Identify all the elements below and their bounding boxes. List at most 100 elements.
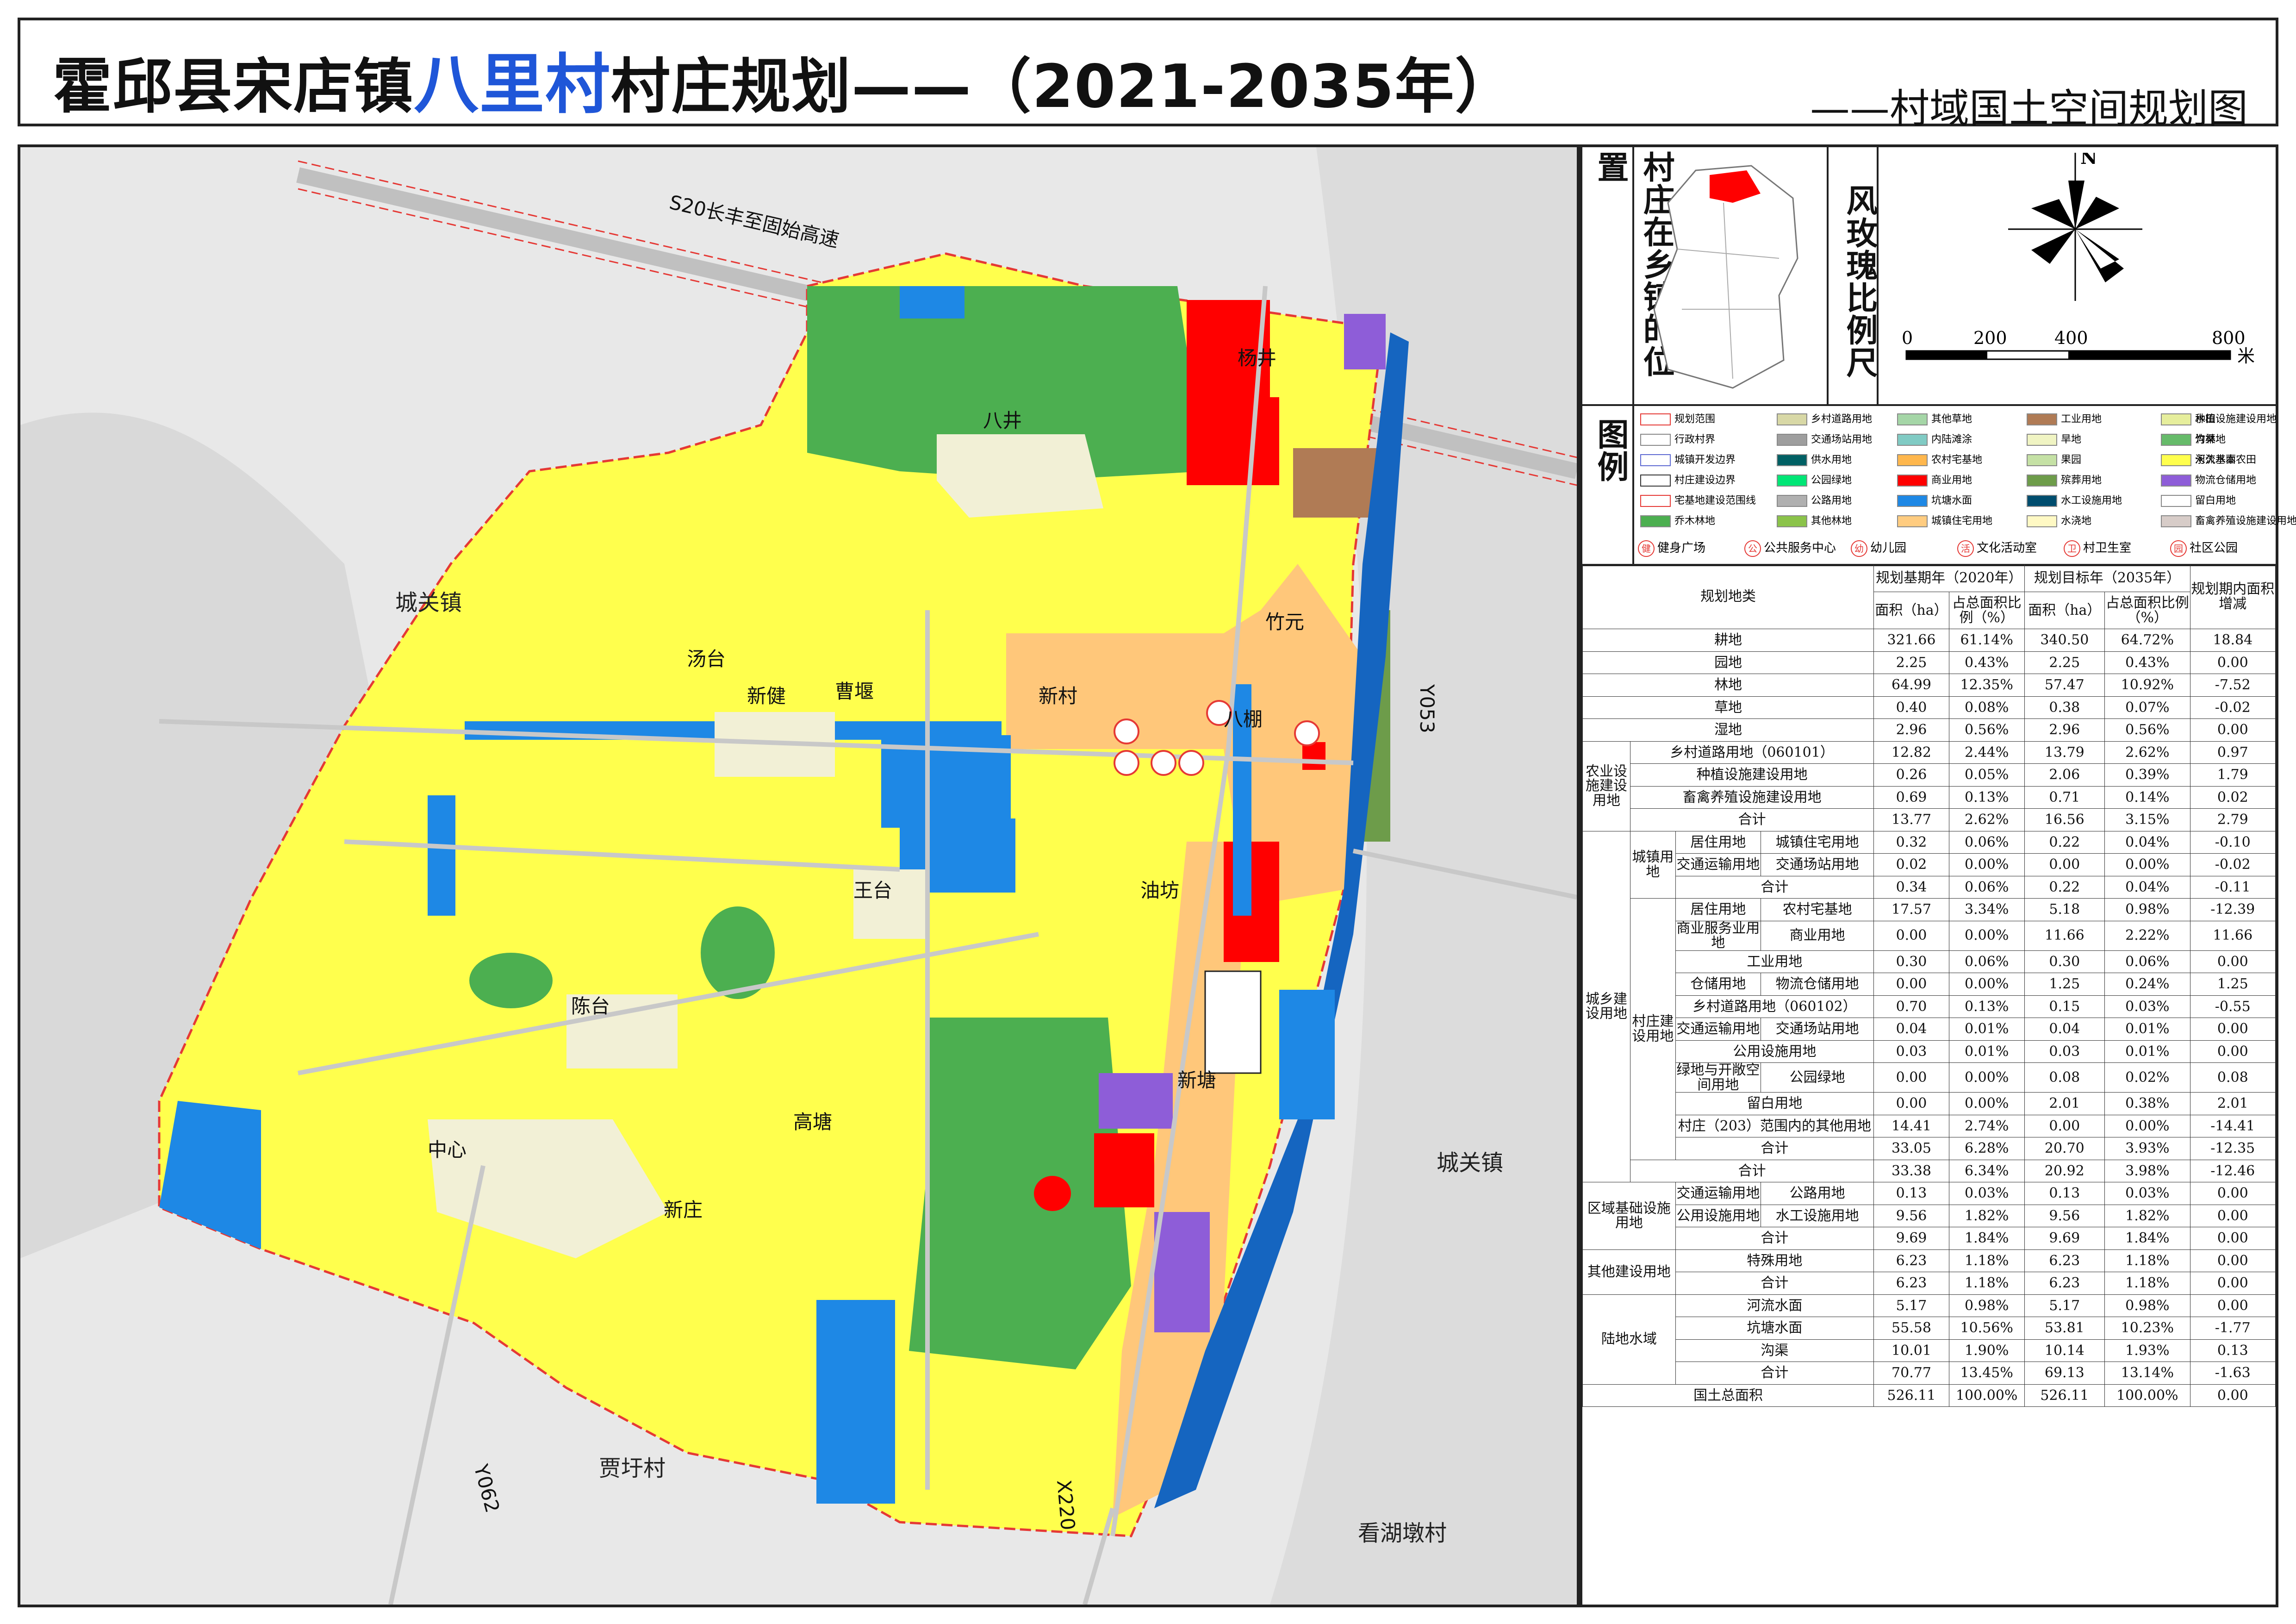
legend-swatch xyxy=(1897,475,1928,487)
table-cell: 9.56 xyxy=(2024,1204,2105,1227)
table-cell: 3.34% xyxy=(1948,898,2025,921)
legend-swatch xyxy=(1897,434,1928,446)
table-cell: 2.96 xyxy=(2024,718,2105,742)
th-target-area: 面积（ha） xyxy=(2024,592,2105,629)
table-cell: 0.00% xyxy=(2104,1114,2190,1137)
table-cell: 合计 xyxy=(1630,808,1874,831)
group-urban_rural: 城乡建设用地 xyxy=(1582,831,1631,1182)
legend-item: 乔木林地 xyxy=(1640,512,1715,527)
divider-4 xyxy=(1632,404,1634,564)
commercial-5 xyxy=(1302,742,1325,770)
table-cell: 0.03% xyxy=(2104,995,2190,1018)
table-cell: 1.18% xyxy=(1948,1272,2025,1295)
table-cell: 3.98% xyxy=(2104,1159,2190,1182)
scale-tick-200: 200 xyxy=(1973,328,2007,348)
table-cell: 100.00% xyxy=(2104,1384,2190,1407)
table-row: 耕地 321.66 61.14% 340.50 64.72% 18.84 xyxy=(1582,629,2276,652)
table-cell: 0.00% xyxy=(1948,853,2025,876)
table-row: 草地 0.40 0.08% 0.38 0.07% -0.02 xyxy=(1582,696,2276,719)
group-regional: 区域基础设施用地 xyxy=(1582,1182,1676,1250)
industry-parcel xyxy=(1293,448,1376,518)
table-cell: 64.99 xyxy=(1873,674,1949,697)
table-cell: 园地 xyxy=(1582,651,1874,674)
location-section: 村庄在乡镇的位置 风玫瑰比例尺 N 0 200 400 800 米 xyxy=(1582,147,2276,406)
table-cell: 合计 xyxy=(1675,1227,1874,1250)
legend-swatch xyxy=(1640,454,1671,466)
legend-swatch xyxy=(2161,475,2191,487)
table-cell: 13.14% xyxy=(2104,1362,2190,1385)
land-use-stat-table: 规划地类 规划基期年（2020年） 规划目标年（2035年） 规划期内面积增减 面积（… xyxy=(1582,564,2276,1407)
table-cell: 0.00 xyxy=(2190,1040,2276,1063)
table-cell: 0.13% xyxy=(1948,786,2025,809)
table-cell: 0.40 xyxy=(1873,696,1949,719)
village-label: 杨井 xyxy=(1238,347,1276,369)
table-cell: 100.00% xyxy=(1948,1384,2025,1407)
table-cell: 0.98% xyxy=(2104,898,2190,921)
legend-item: 城镇住宅用地 xyxy=(1897,512,1992,527)
table-cell: 0.38 xyxy=(2024,696,2105,719)
legend-icon-label: 健身广场 xyxy=(1657,541,1706,555)
village-label: 新健 xyxy=(747,685,786,707)
table-cell: 合计 xyxy=(1675,1362,1874,1385)
table-row: 合计 0.34 0.06% 0.22 0.04% -0.11 xyxy=(1583,875,2276,899)
legend-label: 坑塘水面 xyxy=(1931,495,1972,506)
legend-swatch xyxy=(1777,434,1807,446)
table-cell: 2.62% xyxy=(1948,808,2025,831)
label-y053: Y053 xyxy=(1416,684,1438,733)
table-row: 坑塘水面 55.58 10.56% 53.81 10.23% -1.77 xyxy=(1583,1317,2276,1340)
table-cell: -0.11 xyxy=(2190,875,2276,899)
legend-swatch xyxy=(2027,413,2057,425)
bajing-village-area xyxy=(937,434,1103,518)
table-cell: 1.25 xyxy=(2024,973,2105,996)
table-cell: 526.11 xyxy=(1873,1384,1949,1407)
table-cell: 0.00% xyxy=(1948,920,2025,951)
table-cell: 2.62% xyxy=(2104,741,2190,764)
table-cell: 0.06% xyxy=(1948,950,2025,973)
village-label: 陈台 xyxy=(571,995,610,1018)
table-cell: 69.13 xyxy=(2024,1362,2105,1385)
legend-swatch xyxy=(1777,515,1807,527)
th-base-ratio: 占总面积比例（%） xyxy=(1948,592,2025,629)
table-cell: 0.00 xyxy=(2190,1182,2276,1205)
table-cell: 2.01 xyxy=(2024,1092,2105,1115)
table-cell: 1.84% xyxy=(2104,1227,2190,1250)
table-cell: 1.18% xyxy=(1948,1249,2025,1272)
table-cell: 1.79 xyxy=(2190,763,2276,787)
village-label: 王台 xyxy=(853,879,892,902)
table-cell: 0.00% xyxy=(1948,1092,2025,1115)
commercial-4 xyxy=(1034,1176,1071,1211)
land-use-map[interactable]: S20长丰至固始高速 城关镇 城关镇 贾圩村 看湖墩村 Y053 Y062 X2… xyxy=(20,147,1577,1605)
table-cell: 16.56 xyxy=(2024,808,2105,831)
table-cell: 11.66 xyxy=(2024,920,2105,951)
table-cell: 交通场站用地 xyxy=(1761,1018,1874,1041)
group-water: 陆地水域 xyxy=(1582,1294,1676,1385)
table-cell: 0.43% xyxy=(1948,651,2025,674)
commercial-2 xyxy=(1187,397,1279,485)
legend-label: 水浇地 xyxy=(2061,515,2092,527)
table-cell: 0.06% xyxy=(1948,875,2025,899)
table-cell: 合计 xyxy=(1675,1272,1874,1295)
village-label: 新庄 xyxy=(664,1199,703,1221)
group-town: 城镇用地 xyxy=(1630,831,1676,899)
legend-section: 图例 规划范围 行政村界 城镇开发边界 村庄建设边界 宅基地建设范围线 乔木林地 乡村道路用… xyxy=(1582,404,2296,566)
legend-label: 畜禽养殖设施建设用地 xyxy=(2195,515,2296,527)
village-label: 新塘 xyxy=(1177,1069,1216,1092)
group-traffic: 交通运输用地 xyxy=(1675,853,1761,876)
legend-label: 留白用地 xyxy=(2195,495,2236,506)
table-cell: 3.93% xyxy=(2104,1137,2190,1160)
table-cell: 0.98% xyxy=(1948,1294,2025,1317)
legend-icon-item: 园社区公园 xyxy=(2170,538,2238,557)
map-panel[interactable]: S20长丰至固始高速 城关镇 城关镇 贾圩村 看湖墩村 Y053 Y062 X2… xyxy=(18,144,1580,1607)
label-x220: X220 xyxy=(1052,1479,1079,1531)
table-cell: 20.70 xyxy=(2024,1137,2105,1160)
table-cell: 0.34 xyxy=(1873,875,1949,899)
table-cell: 0.14% xyxy=(2104,786,2190,809)
table-cell: 20.92 xyxy=(2024,1159,2105,1182)
table-cell: 0.24% xyxy=(2104,973,2190,996)
table-row: 合计 9.69 1.84% 9.69 1.84% 0.00 xyxy=(1583,1227,2276,1250)
legend-item: 工业用地 xyxy=(2027,411,2102,425)
table-cell: 0.00% xyxy=(1948,1062,2025,1093)
scale-tick-800: 800 xyxy=(2212,328,2246,348)
table-cell: 1.84% xyxy=(1948,1227,2025,1250)
table-cell: 70.77 xyxy=(1873,1362,1949,1385)
